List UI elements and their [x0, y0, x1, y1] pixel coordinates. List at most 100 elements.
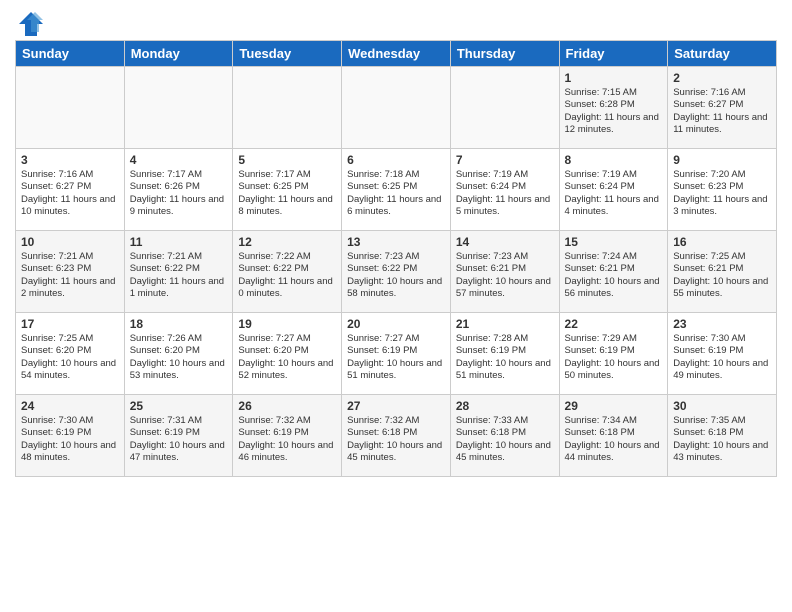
day-number: 15 — [565, 235, 663, 249]
day-info: Sunrise: 7:15 AM Sunset: 6:28 PM Dayligh… — [565, 87, 659, 135]
calendar-empty-cell — [233, 67, 342, 149]
calendar-day-26: 26 Sunrise: 7:32 AM Sunset: 6:19 PM Dayli… — [233, 395, 342, 477]
day-info: Sunrise: 7:25 AM Sunset: 6:21 PM Dayligh… — [673, 251, 768, 299]
day-info: Sunrise: 7:19 AM Sunset: 6:24 PM Dayligh… — [456, 169, 550, 217]
day-header-wednesday: Wednesday — [342, 41, 451, 67]
calendar-day-21: 21Sunrise: 7:28 AM Sunset: 6:19 PM Dayli… — [450, 313, 559, 395]
calendar-day-7: 7Sunrise: 7:19 AM Sunset: 6:24 PM Daylig… — [450, 149, 559, 231]
day-header-sunday: Sunday — [16, 41, 125, 67]
day-number: 17 — [21, 317, 119, 331]
day-number: 24 — [21, 399, 119, 413]
day-number: 25 — [130, 399, 228, 413]
calendar-empty-cell — [16, 67, 125, 149]
day-info: Sunrise: 7:23 AM Sunset: 6:21 PM Dayligh… — [456, 251, 551, 299]
calendar-empty-cell — [450, 67, 559, 149]
calendar-day-17: 17 Sunrise: 7:25 AM Sunset: 6:20 PM Dayli… — [16, 313, 125, 395]
calendar-week-row: 1 Sunrise: 7:15 AM Sunset: 6:28 PM Daylig… — [16, 67, 777, 149]
day-number: 1 — [565, 71, 663, 85]
calendar-day-1: 1 Sunrise: 7:15 AM Sunset: 6:28 PM Daylig… — [559, 67, 668, 149]
day-info: Sunrise: 7:24 AM Sunset: 6:21 PM Dayligh… — [565, 251, 660, 299]
day-header-saturday: Saturday — [668, 41, 777, 67]
day-info: Sunrise: 7:35 AM Sunset: 6:18 PM Dayligh… — [673, 415, 768, 463]
calendar-day-8: 8Sunrise: 7:19 AM Sunset: 6:24 PM Daylig… — [559, 149, 668, 231]
day-header-tuesday: Tuesday — [233, 41, 342, 67]
calendar-week-row: 17 Sunrise: 7:25 AM Sunset: 6:20 PM Dayli… — [16, 313, 777, 395]
day-header-monday: Monday — [124, 41, 233, 67]
day-number: 27 — [347, 399, 445, 413]
day-number: 23 — [673, 317, 771, 331]
calendar-day-28: 28 Sunrise: 7:33 AM Sunset: 6:18 PM Dayli… — [450, 395, 559, 477]
day-number: 30 — [673, 399, 771, 413]
day-number: 12 — [238, 235, 336, 249]
calendar-day-19: 19 Sunrise: 7:27 AM Sunset: 6:20 PM Dayli… — [233, 313, 342, 395]
day-info: Sunrise: 7:20 AM Sunset: 6:23 PM Dayligh… — [673, 169, 767, 217]
day-number: 22 — [565, 317, 663, 331]
day-info: Sunrise: 7:31 AM Sunset: 6:19 PM Dayligh… — [130, 415, 225, 463]
calendar-day-2: 2Sunrise: 7:16 AM Sunset: 6:27 PM Daylig… — [668, 67, 777, 149]
day-info: Sunrise: 7:25 AM Sunset: 6:20 PM Dayligh… — [21, 333, 116, 381]
calendar-day-10: 10 Sunrise: 7:21 AM Sunset: 6:23 PM Dayli… — [16, 231, 125, 313]
day-info: Sunrise: 7:27 AM Sunset: 6:20 PM Dayligh… — [238, 333, 333, 381]
calendar-day-20: 20 Sunrise: 7:27 AM Sunset: 6:19 PM Dayli… — [342, 313, 451, 395]
calendar-header-row: SundayMondayTuesdayWednesdayThursdayFrid… — [16, 41, 777, 67]
calendar-week-row: 24 Sunrise: 7:30 AM Sunset: 6:19 PM Dayli… — [16, 395, 777, 477]
day-number: 19 — [238, 317, 336, 331]
calendar-day-16: 16 Sunrise: 7:25 AM Sunset: 6:21 PM Dayli… — [668, 231, 777, 313]
day-header-friday: Friday — [559, 41, 668, 67]
day-number: 18 — [130, 317, 228, 331]
day-info: Sunrise: 7:27 AM Sunset: 6:19 PM Dayligh… — [347, 333, 442, 381]
calendar-day-13: 13 Sunrise: 7:23 AM Sunset: 6:22 PM Dayli… — [342, 231, 451, 313]
calendar-table: SundayMondayTuesdayWednesdayThursdayFrid… — [15, 40, 777, 477]
day-info: Sunrise: 7:18 AM Sunset: 6:25 PM Dayligh… — [347, 169, 441, 217]
day-number: 3 — [21, 153, 119, 167]
day-number: 16 — [673, 235, 771, 249]
day-info: Sunrise: 7:33 AM Sunset: 6:18 PM Dayligh… — [456, 415, 551, 463]
day-info: Sunrise: 7:34 AM Sunset: 6:18 PM Dayligh… — [565, 415, 660, 463]
calendar-day-18: 18 Sunrise: 7:26 AM Sunset: 6:20 PM Dayli… — [124, 313, 233, 395]
day-info: Sunrise: 7:17 AM Sunset: 6:25 PM Dayligh… — [238, 169, 332, 217]
calendar-day-11: 11 Sunrise: 7:21 AM Sunset: 6:22 PM Dayli… — [124, 231, 233, 313]
calendar-day-9: 9 Sunrise: 7:20 AM Sunset: 6:23 PM Daylig… — [668, 149, 777, 231]
day-info: Sunrise: 7:26 AM Sunset: 6:20 PM Dayligh… — [130, 333, 225, 381]
day-number: 10 — [21, 235, 119, 249]
logo-icon — [17, 10, 45, 38]
calendar-day-15: 15 Sunrise: 7:24 AM Sunset: 6:21 PM Dayli… — [559, 231, 668, 313]
day-info: Sunrise: 7:21 AM Sunset: 6:22 PM Dayligh… — [130, 251, 224, 299]
calendar-empty-cell — [124, 67, 233, 149]
day-info: Sunrise: 7:21 AM Sunset: 6:23 PM Dayligh… — [21, 251, 115, 299]
calendar-day-25: 25 Sunrise: 7:31 AM Sunset: 6:19 PM Dayli… — [124, 395, 233, 477]
calendar-empty-cell — [342, 67, 451, 149]
calendar-day-4: 4 Sunrise: 7:17 AM Sunset: 6:26 PM Daylig… — [124, 149, 233, 231]
calendar-day-27: 27Sunrise: 7:32 AM Sunset: 6:18 PM Dayli… — [342, 395, 451, 477]
calendar-day-5: 5 Sunrise: 7:17 AM Sunset: 6:25 PM Daylig… — [233, 149, 342, 231]
day-info: Sunrise: 7:17 AM Sunset: 6:26 PM Dayligh… — [130, 169, 224, 217]
day-number: 29 — [565, 399, 663, 413]
day-number: 26 — [238, 399, 336, 413]
day-number: 8 — [565, 153, 663, 167]
day-info: Sunrise: 7:30 AM Sunset: 6:19 PM Dayligh… — [21, 415, 116, 463]
day-header-thursday: Thursday — [450, 41, 559, 67]
calendar-day-30: 30 Sunrise: 7:35 AM Sunset: 6:18 PM Dayli… — [668, 395, 777, 477]
calendar-day-24: 24 Sunrise: 7:30 AM Sunset: 6:19 PM Dayli… — [16, 395, 125, 477]
calendar-week-row: 3Sunrise: 7:16 AM Sunset: 6:27 PM Daylig… — [16, 149, 777, 231]
calendar-day-29: 29 Sunrise: 7:34 AM Sunset: 6:18 PM Dayli… — [559, 395, 668, 477]
calendar-day-6: 6 Sunrise: 7:18 AM Sunset: 6:25 PM Daylig… — [342, 149, 451, 231]
day-number: 6 — [347, 153, 445, 167]
day-number: 11 — [130, 235, 228, 249]
day-number: 20 — [347, 317, 445, 331]
day-info: Sunrise: 7:28 AM Sunset: 6:19 PM Dayligh… — [456, 333, 551, 381]
day-info: Sunrise: 7:22 AM Sunset: 6:22 PM Dayligh… — [238, 251, 332, 299]
day-number: 28 — [456, 399, 554, 413]
day-info: Sunrise: 7:32 AM Sunset: 6:19 PM Dayligh… — [238, 415, 333, 463]
day-number: 13 — [347, 235, 445, 249]
calendar-day-3: 3Sunrise: 7:16 AM Sunset: 6:27 PM Daylig… — [16, 149, 125, 231]
day-number: 5 — [238, 153, 336, 167]
day-number: 9 — [673, 153, 771, 167]
day-number: 14 — [456, 235, 554, 249]
day-number: 4 — [130, 153, 228, 167]
day-info: Sunrise: 7:29 AM Sunset: 6:19 PM Dayligh… — [565, 333, 660, 381]
day-info: Sunrise: 7:16 AM Sunset: 6:27 PM Dayligh… — [673, 87, 767, 135]
calendar-day-12: 12 Sunrise: 7:22 AM Sunset: 6:22 PM Dayli… — [233, 231, 342, 313]
day-info: Sunrise: 7:23 AM Sunset: 6:22 PM Dayligh… — [347, 251, 442, 299]
page-header — [15, 10, 777, 32]
